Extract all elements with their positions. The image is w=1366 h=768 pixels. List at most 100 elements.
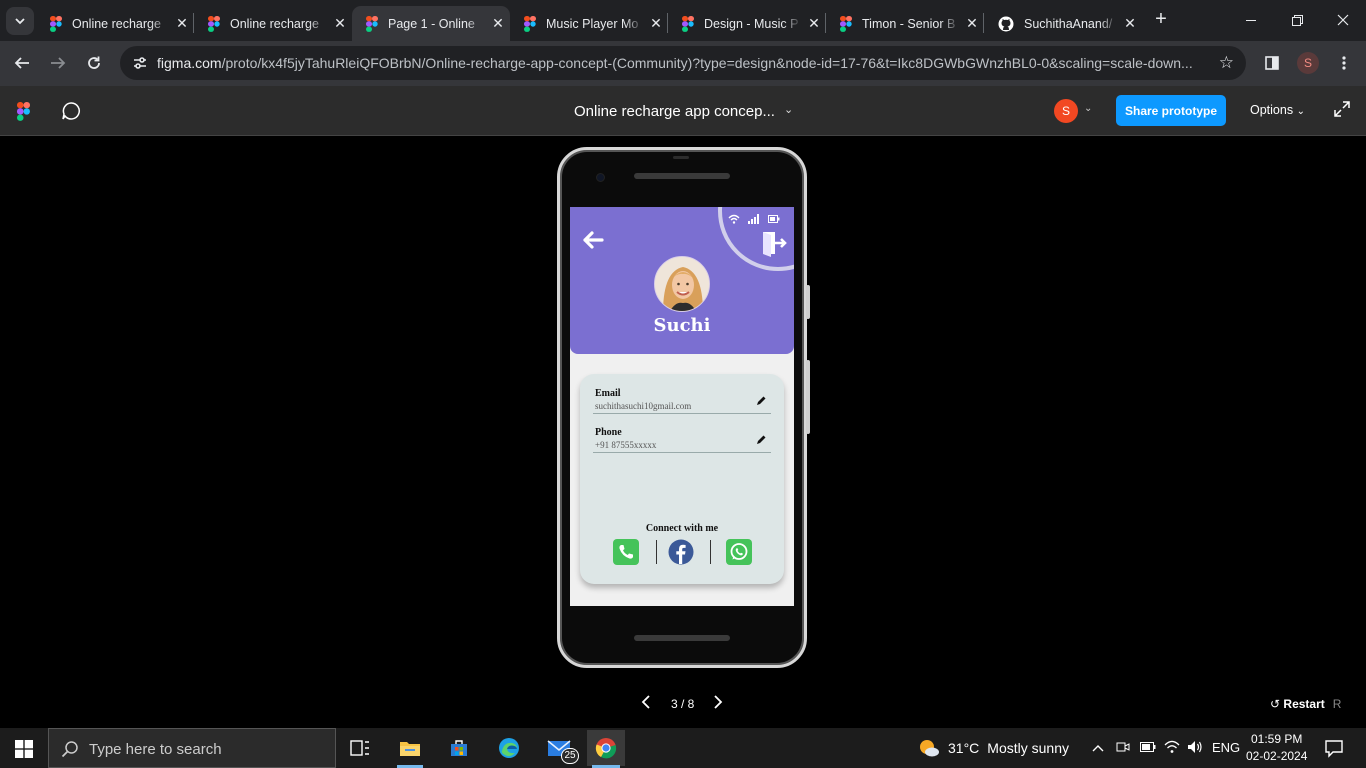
connect-heading: Connect with me	[645, 523, 719, 534]
next-frame-button[interactable]	[712, 694, 724, 715]
back-button[interactable]	[8, 49, 36, 77]
weather-sunny-icon	[920, 740, 939, 757]
call-button[interactable]	[613, 539, 639, 565]
show-hidden-icons-button[interactable]	[1092, 740, 1104, 755]
comment-icon[interactable]	[61, 101, 81, 121]
expand-icon	[1334, 101, 1350, 117]
file-explorer-button[interactable]	[394, 732, 426, 764]
minimize-button[interactable]	[1228, 0, 1274, 40]
folder-icon	[400, 742, 420, 756]
mail-button[interactable]: 25	[543, 732, 579, 764]
browser-tab[interactable]: Design - Music P ✕	[668, 6, 826, 41]
tab-search-button[interactable]	[6, 7, 34, 35]
tab-separator	[825, 13, 826, 33]
taskbar-search[interactable]: Type here to search	[48, 728, 336, 768]
tab-close-button[interactable]: ✕	[170, 15, 194, 32]
windows-taskbar: Type here to search 25 31°C Mostly sunny…	[0, 728, 1366, 768]
tab-close-button[interactable]: ✕	[802, 15, 826, 32]
figma-logo-icon[interactable]	[17, 102, 30, 121]
figma-icon	[840, 15, 852, 32]
restart-button[interactable]: ↺ Restart R	[1270, 697, 1341, 711]
site-settings-icon[interactable]	[128, 51, 152, 75]
chevron-down-icon[interactable]: ⌄	[1084, 103, 1092, 114]
battery-icon	[768, 215, 780, 223]
side-panel-button[interactable]	[1258, 49, 1286, 77]
tab-close-button[interactable]: ✕	[644, 15, 668, 32]
phone-label: Phone	[595, 427, 622, 438]
profile-avatar: S	[1297, 52, 1319, 74]
url-path: /proto/kx4f5jyTahuRleiQFOBrbN/Online-rec…	[221, 55, 1193, 71]
url-text[interactable]: figma.com/proto/kx4f5jyTahuRleiQFOBrbN/O…	[157, 55, 1207, 71]
tab-close-button[interactable]: ✕	[486, 15, 510, 32]
chrome-button[interactable]	[587, 730, 625, 766]
browser-tab[interactable]: Page 1 - Online ✕	[352, 6, 510, 41]
tab-close-button[interactable]: ✕	[1118, 15, 1142, 32]
browser-tab[interactable]: Online recharge ✕	[194, 6, 352, 41]
divider	[656, 540, 657, 564]
tab-close-button[interactable]: ✕	[328, 15, 352, 32]
user-avatar[interactable]: S	[1054, 99, 1078, 123]
meet-now-icon[interactable]	[1116, 740, 1130, 757]
start-button[interactable]	[15, 740, 33, 758]
phone-field: Phone +91 87555xxxxx	[593, 413, 771, 453]
restore-icon	[1291, 14, 1303, 26]
reload-icon	[88, 56, 100, 69]
tab-close-button[interactable]: ✕	[960, 15, 984, 32]
store-icon	[451, 740, 467, 756]
network-wifi-icon[interactable]	[1164, 740, 1180, 757]
logout-button[interactable]	[759, 229, 787, 257]
profile-photo	[655, 257, 709, 311]
edit-email-button[interactable]	[755, 394, 767, 406]
tab-title: Online recharge	[72, 16, 161, 31]
arrow-left-icon	[14, 57, 29, 69]
reload-button[interactable]	[80, 49, 108, 77]
previous-frame-button[interactable]	[640, 694, 652, 715]
weather-widget[interactable]: 31°C Mostly sunny	[918, 738, 1069, 758]
chevron-down-icon[interactable]: ⌄	[784, 103, 793, 116]
volume-icon[interactable]	[1187, 740, 1203, 757]
tab-title: Online recharge	[230, 16, 319, 31]
address-bar[interactable]: figma.com/proto/kx4f5jyTahuRleiQFOBrbN/O…	[120, 46, 1246, 80]
restart-shortcut: R	[1332, 697, 1342, 711]
fullscreen-button[interactable]	[1334, 101, 1350, 122]
notifications-button[interactable]	[1324, 738, 1344, 758]
store-button[interactable]	[443, 732, 475, 764]
browser-tab[interactable]: SuchithaAnand/ ✕	[984, 6, 1142, 41]
browser-menu-button[interactable]	[1330, 49, 1358, 77]
clock[interactable]: 01:59 PM 02-02-2024	[1246, 731, 1307, 765]
frame-counter: 3 / 8	[671, 697, 695, 711]
file-title[interactable]: Online recharge app concep...	[574, 103, 775, 120]
edit-phone-button[interactable]	[755, 433, 767, 445]
logout-icon	[763, 232, 787, 257]
prototype-pager: 3 / 8	[638, 694, 728, 714]
restore-button[interactable]	[1274, 0, 1320, 40]
chevron-left-icon	[641, 695, 650, 709]
divider	[710, 540, 711, 564]
wifi-icon	[728, 214, 740, 224]
edge-button[interactable]	[493, 732, 525, 764]
facebook-icon	[668, 539, 694, 565]
tab-title: Timon - Senior B	[862, 16, 956, 31]
browser-tab[interactable]: Timon - Senior B ✕	[826, 6, 984, 41]
whatsapp-button[interactable]	[726, 539, 752, 565]
language-indicator[interactable]: ENG	[1212, 740, 1240, 755]
browser-tab[interactable]: Music Player Mo ✕	[510, 6, 668, 41]
forward-button[interactable]	[44, 49, 72, 77]
search-placeholder: Type here to search	[89, 741, 222, 758]
notification-icon	[1325, 740, 1343, 758]
tab-separator	[983, 13, 984, 33]
close-window-button[interactable]	[1320, 0, 1366, 40]
bookmark-star-icon[interactable]: ☆	[1219, 53, 1234, 73]
browser-tab[interactable]: Online recharge ✕	[36, 6, 194, 41]
new-tab-button[interactable]: +	[1150, 8, 1172, 32]
profile-button[interactable]: S	[1294, 49, 1322, 77]
task-view-button[interactable]	[344, 732, 376, 764]
tab-separator	[193, 13, 194, 33]
phone-speaker	[634, 173, 730, 179]
share-prototype-button[interactable]: Share prototype	[1116, 95, 1226, 126]
battery-icon[interactable]	[1140, 740, 1156, 755]
restart-label: Restart	[1283, 697, 1325, 711]
back-button[interactable]	[580, 227, 606, 253]
options-menu[interactable]: Options ⌄	[1250, 103, 1305, 117]
facebook-button[interactable]	[668, 539, 694, 565]
